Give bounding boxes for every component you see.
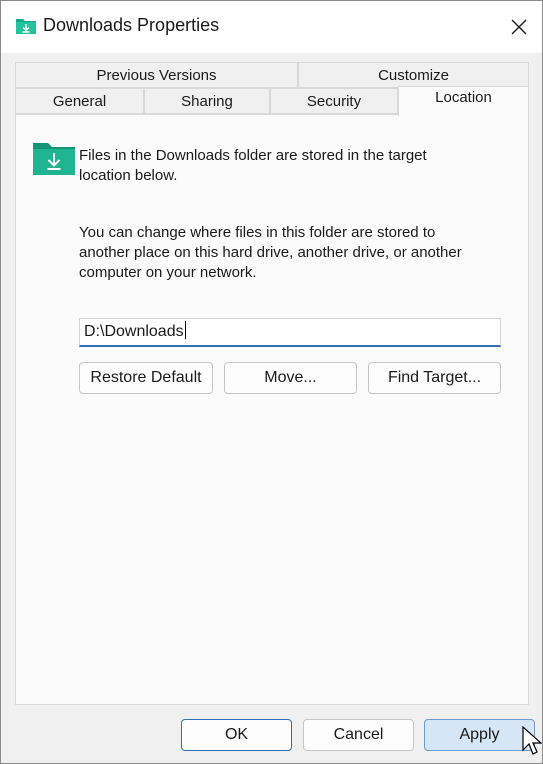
tab-security[interactable]: Security [270, 88, 398, 114]
text-caret [184, 321, 186, 339]
tab-customize[interactable]: Customize [298, 62, 529, 88]
apply-button[interactable]: Apply [424, 719, 535, 751]
close-icon [511, 19, 527, 35]
path-value: D:\Downloads [84, 323, 184, 340]
tab-label: Location [435, 89, 492, 106]
description-text: You can change where files in this folde… [79, 223, 462, 283]
mouse-pointer-icon [522, 726, 542, 755]
tab-general[interactable]: General [15, 88, 144, 114]
close-button[interactable] [496, 1, 542, 53]
tab-label: Previous Versions [96, 67, 217, 84]
info-text-line: Files in the Downloads folder are stored… [79, 147, 427, 164]
tab-location[interactable]: Location [398, 86, 529, 116]
tab-sharing[interactable]: Sharing [144, 88, 270, 114]
location-path-input[interactable]: D:\Downloads [79, 318, 501, 347]
window-title: Downloads Properties [43, 15, 220, 35]
description-line: another place on this hard drive, anothe… [79, 244, 462, 261]
info-text-line: location below. [79, 167, 178, 184]
title-bar: Downloads Properties [1, 1, 542, 53]
tab-label: General [52, 93, 107, 110]
tab-previous-versions[interactable]: Previous Versions [15, 62, 298, 88]
cancel-button[interactable]: Cancel [303, 719, 414, 751]
downloads-folder-icon [33, 143, 75, 175]
downloads-folder-icon [16, 19, 36, 34]
find-target-button[interactable]: Find Target... [368, 362, 501, 394]
description-line: computer on your network. [79, 264, 257, 281]
tab-label: Sharing [181, 93, 233, 110]
tab-label: Customize [378, 67, 449, 84]
properties-dialog: Downloads Properties Previous Versions C… [0, 0, 543, 764]
restore-default-button[interactable]: Restore Default [79, 362, 213, 394]
move-button[interactable]: Move... [224, 362, 357, 394]
tab-label: Security [306, 93, 362, 110]
description-line: You can change where files in this folde… [79, 224, 436, 241]
location-panel: Files in the Downloads folder are stored… [15, 114, 529, 705]
info-text: Files in the Downloads folder are stored… [79, 146, 427, 186]
ok-button[interactable]: OK [181, 719, 292, 751]
